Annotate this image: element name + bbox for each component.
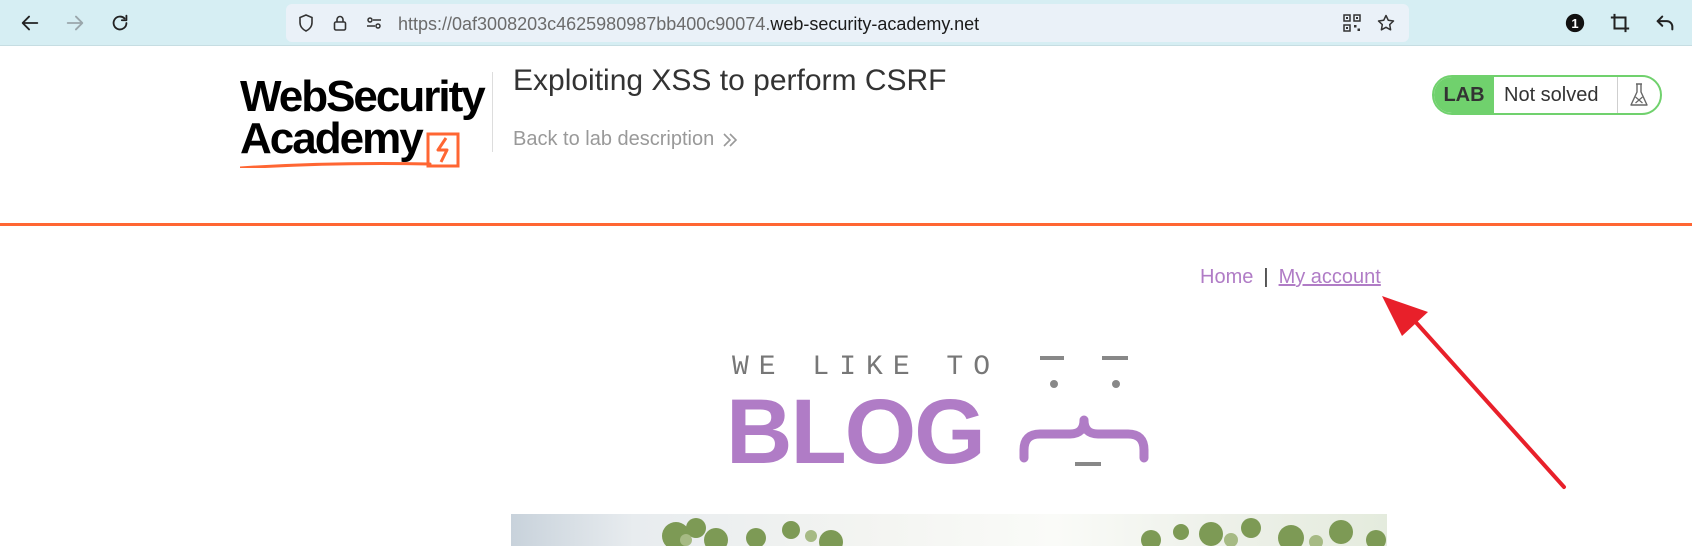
double-chevron-right-icon xyxy=(723,132,738,147)
notification-count: 1 xyxy=(1571,15,1579,31)
blog-hero-image xyxy=(511,514,1387,546)
bookmark-star-icon[interactable] xyxy=(1376,13,1396,33)
browser-toolbar: https://0af3008203c4625980987bb400c90074… xyxy=(0,0,1692,46)
logo-lightning-icon xyxy=(240,132,460,168)
reload-button[interactable] xyxy=(105,8,135,38)
nav-separator: | xyxy=(1263,266,1269,288)
blog-face-icon xyxy=(1019,356,1149,466)
forward-button[interactable] xyxy=(60,8,90,38)
web-security-academy-logo[interactable]: WebSecurity Academy xyxy=(240,72,490,168)
reload-icon xyxy=(112,14,128,31)
arrow-right-icon xyxy=(66,15,84,31)
banner-tagline: WE LIKE TO xyxy=(732,352,1001,383)
undo-button[interactable] xyxy=(1650,8,1680,38)
lock-icon[interactable] xyxy=(330,13,350,33)
lab-header: WebSecurity Academy Exploiting XSS to pe… xyxy=(0,46,1692,226)
crop-icon xyxy=(1610,13,1630,33)
arrow-left-icon xyxy=(21,15,39,31)
banner-blog-word: BLOG xyxy=(726,381,986,483)
back-to-lab-description-link[interactable]: Back to lab description xyxy=(513,128,738,151)
screenshot-crop-button[interactable] xyxy=(1605,8,1635,38)
extension-badge-button[interactable]: 1 xyxy=(1560,8,1590,38)
blog-navigation: Home | My account xyxy=(1200,266,1381,289)
annotation-arrow xyxy=(1382,296,1566,489)
address-bar[interactable]: https://0af3008203c4625980987bb400c90074… xyxy=(286,4,1409,42)
logo-divider xyxy=(492,72,493,152)
lab-status-widget: LAB Not solved xyxy=(1432,75,1662,115)
lab-label: LAB xyxy=(1434,77,1494,113)
flask-icon xyxy=(1618,77,1660,113)
lab-title: Exploiting XSS to perform CSRF xyxy=(513,64,947,97)
blog-banner: WE LIKE TO BLOG xyxy=(726,348,1176,478)
back-link-label: Back to lab description xyxy=(513,128,715,150)
home-link[interactable]: Home xyxy=(1200,266,1253,288)
shield-icon[interactable] xyxy=(296,13,316,33)
my-account-link[interactable]: My account xyxy=(1279,266,1381,288)
qr-code-icon[interactable] xyxy=(1342,13,1362,33)
back-button[interactable] xyxy=(15,8,45,38)
site-permissions-icon[interactable] xyxy=(364,13,384,33)
tree-foliage-image xyxy=(662,518,1386,546)
lab-status-text: Not solved xyxy=(1494,77,1618,113)
url-text[interactable]: https://0af3008203c4625980987bb400c90074… xyxy=(398,14,979,35)
undo-arrow-icon xyxy=(1656,15,1674,31)
url-prefix: https://0af3008203c4625980987bb400c90074… xyxy=(398,14,771,34)
url-domain: web-security-academy.net xyxy=(770,14,980,34)
